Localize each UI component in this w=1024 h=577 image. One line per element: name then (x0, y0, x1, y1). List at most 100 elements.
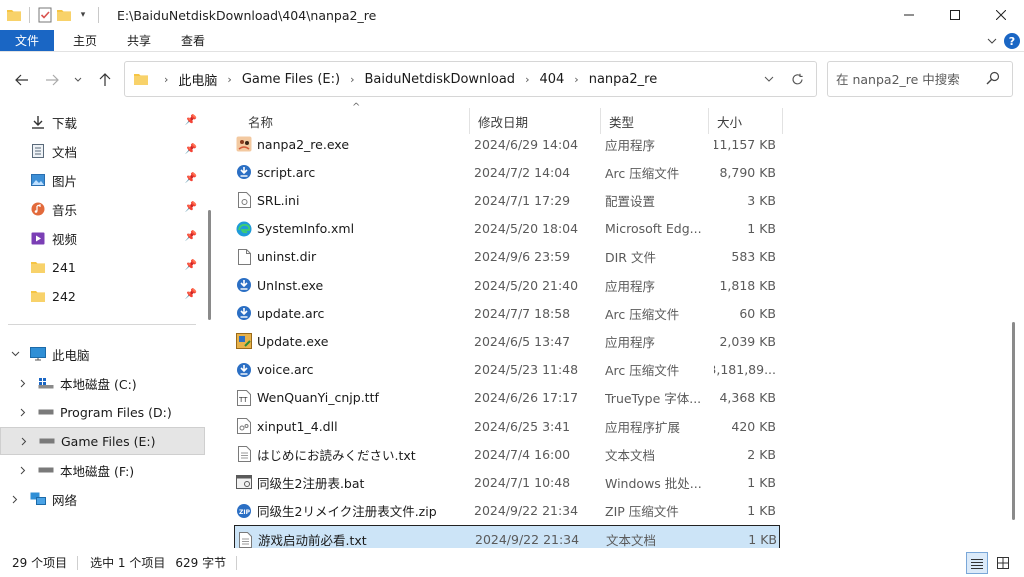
breadcrumb: › 此电脑 › Game Files (E:) › BaiduNetdiskDo… (154, 70, 657, 89)
close-button[interactable] (978, 0, 1024, 30)
table-row[interactable]: nanpa2_re.exe 2024/6/29 14:04 应用程序 11,157 K… (234, 130, 780, 158)
help-icon[interactable]: ? (1004, 33, 1020, 49)
large-icons-view-button[interactable] (992, 552, 1014, 574)
breadcrumb-baidunetdisk[interactable]: BaiduNetdiskDownload (364, 72, 515, 87)
minimize-button[interactable] (886, 0, 932, 30)
chevron-right-icon[interactable]: › (525, 73, 529, 86)
sidebar-item-242[interactable]: 242 📌 (0, 282, 205, 310)
table-row[interactable]: xinput1_4.dll 2024/6/25 3:41 应用程序扩展 420 KB (234, 412, 780, 440)
chevron-right-icon[interactable]: › (350, 73, 354, 86)
table-row[interactable]: TT WenQuanYi_cnjp.ttf 2024/6/26 17:17 TrueT… (234, 384, 780, 412)
table-row[interactable]: 同级生2注册表.bat 2024/7/1 10:48 Windows 批处... 1 … (234, 468, 780, 496)
file-date: 2024/6/25 3:41 (474, 418, 571, 434)
maximize-button[interactable] (932, 0, 978, 30)
folder-app-icon (6, 7, 22, 23)
customize-toolbar-icon[interactable]: ▾ (75, 7, 91, 23)
properties-icon[interactable] (37, 7, 53, 23)
chevron-right-icon[interactable] (16, 408, 30, 417)
sidebar-item-drive-f[interactable]: 本地磁盘 (F:) (0, 456, 205, 484)
navigation-bar: › 此电脑 › Game Files (E:) › BaiduNetdiskDo… (0, 52, 1024, 108)
selection-count: 选中 1 个项目 (90, 556, 166, 570)
table-row[interactable]: ZIP 同级生2リメイク注册表文件.zip 2024/9/22 21:34 ZIP 压… (234, 497, 780, 525)
breadcrumb-nanpa2-re[interactable]: nanpa2_re (589, 72, 658, 87)
tab-view[interactable]: 查看 (166, 30, 220, 51)
chevron-down-icon[interactable] (764, 72, 774, 85)
table-row[interactable]: UnInst.exe 2024/5/20 21:40 应用程序 1,818 KB (234, 271, 780, 299)
file-list-scrollbar[interactable] (1012, 322, 1015, 520)
search-box[interactable] (827, 61, 1013, 97)
file-name: はじめにお読みください.txt (236, 440, 464, 468)
search-input[interactable] (836, 71, 976, 87)
sidebar-item-drive-d[interactable]: Program Files (D:) (0, 398, 205, 426)
breadcrumb-this-pc[interactable]: 此电脑 (178, 70, 217, 89)
expand-ribbon-icon[interactable] (984, 33, 1000, 49)
address-bar[interactable]: › 此电脑 › Game Files (E:) › BaiduNetdiskDo… (124, 61, 817, 97)
table-row[interactable]: Update.exe 2024/6/5 13:47 应用程序 2,039 KB (234, 327, 780, 355)
table-row[interactable]: uninst.dir 2024/9/6 23:59 DIR 文件 583 KB (234, 243, 780, 271)
sidebar-item-this-pc[interactable]: 此电脑 (0, 340, 205, 368)
sidebar-item-videos[interactable]: 视频 📌 (0, 224, 205, 252)
chevron-right-icon[interactable] (17, 437, 31, 446)
search-icon[interactable] (986, 71, 1002, 87)
table-row[interactable]: SRL.ini 2024/7/1 17:29 配置设置 3 KB (234, 186, 780, 214)
sidebar-item-downloads[interactable]: 下载 📌 (0, 108, 205, 136)
breadcrumb-404[interactable]: 404 (539, 72, 564, 87)
chevron-right-icon[interactable] (16, 379, 30, 388)
table-row[interactable]: SystemInfo.xml 2024/5/20 18:04 Microsoft E… (234, 215, 780, 243)
folder-icon (30, 288, 46, 304)
chevron-down-icon[interactable] (8, 351, 22, 357)
table-row[interactable]: はじめにお読みください.txt 2024/7/4 16:00 文本文档 2 KB (234, 440, 780, 468)
video-icon (30, 230, 46, 246)
pin-icon[interactable]: 📌 (185, 231, 197, 242)
sidebar-item-241[interactable]: 241 📌 (0, 253, 205, 281)
archive-icon (236, 277, 252, 293)
file-size: 8,790 KB (719, 164, 776, 180)
chevron-right-icon[interactable] (16, 466, 30, 475)
file-date: 2024/9/6 23:59 (474, 249, 571, 265)
new-folder-icon[interactable] (56, 7, 72, 23)
file-size: 2,039 KB (719, 333, 776, 349)
file-date: 2024/6/5 13:47 (474, 333, 571, 349)
recent-locations-button[interactable] (68, 70, 88, 90)
pin-icon[interactable]: 📌 (185, 289, 197, 300)
chevron-right-icon[interactable]: › (164, 73, 168, 86)
table-row[interactable]: update.arc 2024/7/7 18:58 Arc 压缩文件 60 KB (234, 299, 780, 327)
details-view-button[interactable] (966, 552, 988, 574)
tab-share[interactable]: 共享 (112, 30, 166, 51)
file-date: 2024/5/20 21:40 (474, 277, 579, 293)
back-button[interactable] (12, 70, 32, 90)
sidebar-item-documents[interactable]: 文档 📌 (0, 137, 205, 165)
breadcrumb-game-files[interactable]: Game Files (E:) (242, 72, 340, 87)
music-icon (30, 201, 46, 217)
folder-icon (30, 259, 46, 275)
drive-icon (38, 462, 54, 478)
sidebar-scrollbar[interactable] (208, 210, 211, 320)
window-controls (886, 0, 1024, 30)
sidebar-item-drive-e[interactable]: Game Files (E:) (0, 427, 205, 455)
pin-icon[interactable]: 📌 (185, 144, 197, 155)
tab-file[interactable]: 文件 (0, 30, 55, 51)
table-row[interactable]: script.arc 2024/7/2 14:04 Arc 压缩文件 8,790 KB (234, 158, 780, 186)
archive-icon (236, 305, 252, 321)
tab-home[interactable]: 主页 (58, 30, 112, 51)
sidebar-item-drive-c[interactable]: 本地磁盘 (C:) (0, 369, 205, 397)
file-date: 2024/9/22 21:34 (474, 503, 579, 519)
sidebar-item-music[interactable]: 音乐 📌 (0, 195, 205, 223)
pin-icon[interactable]: 📌 (185, 173, 197, 184)
chevron-right-icon[interactable] (8, 495, 22, 504)
chevron-right-icon[interactable]: › (574, 73, 578, 86)
up-button[interactable] (95, 70, 115, 90)
file-date: 2024/6/26 17:17 (474, 390, 579, 406)
svg-text:TT: TT (238, 396, 248, 404)
pin-icon[interactable]: 📌 (185, 115, 197, 126)
refresh-icon[interactable] (786, 68, 808, 90)
table-row[interactable]: voice.arc 2024/5/23 11:48 Arc 压缩文件 3,181,89… (234, 356, 780, 384)
pin-icon[interactable]: 📌 (185, 202, 197, 213)
file-date: 2024/7/1 17:29 (474, 192, 571, 208)
pin-icon[interactable]: 📌 (185, 260, 197, 271)
forward-button[interactable] (42, 70, 62, 90)
sidebar-item-network[interactable]: 网络 (0, 485, 205, 513)
file-type: TrueType 字体... (605, 391, 702, 407)
chevron-right-icon[interactable]: › (227, 73, 231, 86)
sidebar-item-pictures[interactable]: 图片 📌 (0, 166, 205, 194)
